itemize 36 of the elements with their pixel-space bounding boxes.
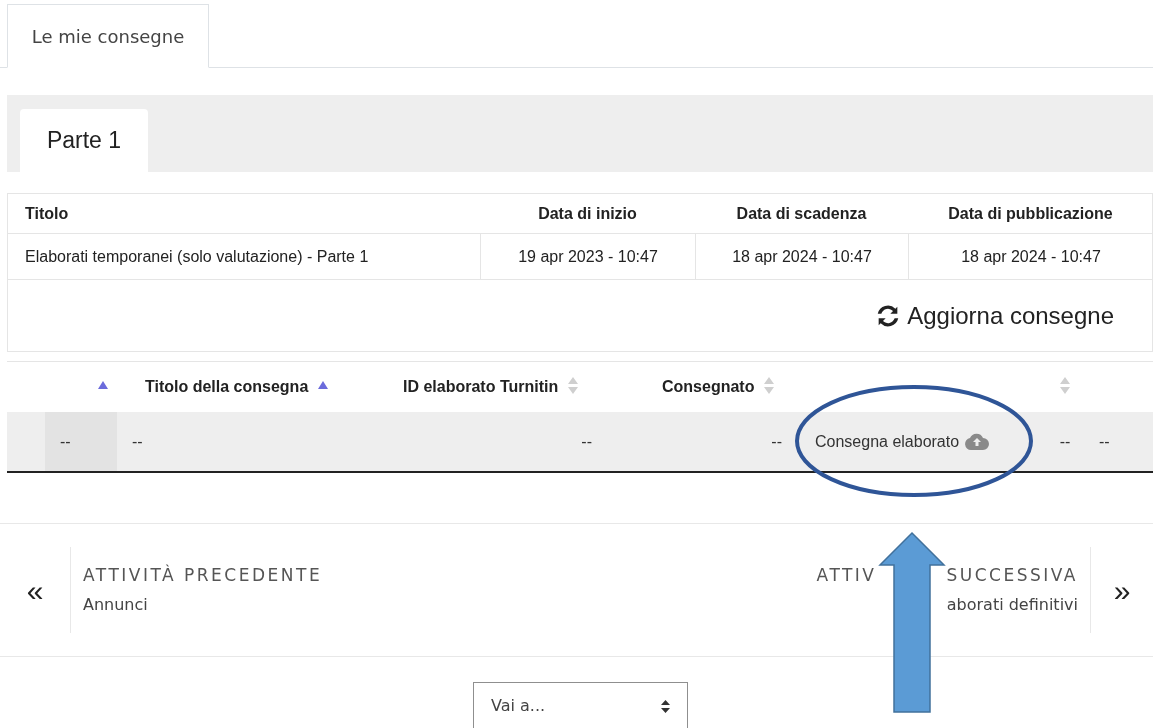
tab[interactable]: Le mie consegne — [7, 4, 209, 68]
refresh-button[interactable]: Aggiorna consegne — [873, 297, 1114, 334]
column-header: Data di pubblicazione — [948, 204, 1113, 222]
sort-icon[interactable] — [568, 376, 579, 394]
column-header[interactable]: Consegnato — [662, 375, 755, 399]
column-header[interactable]: ID elaborato Turnitin — [403, 375, 559, 399]
column-header: Titolo — [25, 204, 69, 222]
next-button[interactable]: » — [1091, 567, 1153, 613]
tab[interactable]: Parte 1 — [20, 109, 148, 172]
table-cell-text: -- — [1059, 431, 1071, 452]
next-activity-link[interactable]: aborati definitivi — [946, 592, 1078, 617]
previous-button[interactable]: « — [0, 567, 70, 613]
sort-icon[interactable] — [1060, 376, 1070, 394]
nav-label: ATTIVITÀ PRECEDENTE — [83, 563, 323, 588]
column-header: Data di scadenza — [736, 204, 867, 222]
table-cell-text: -- — [60, 431, 71, 452]
cloud-upload-icon — [965, 433, 990, 450]
table-cell-text: -- — [1099, 431, 1110, 452]
caret-icon — [661, 699, 670, 713]
sort-icon[interactable] — [764, 376, 775, 394]
nav-label: ATTIV — [816, 564, 877, 588]
column-header: Data di inizio — [538, 204, 637, 222]
sort-ascending-icon[interactable] — [318, 381, 329, 389]
sort-ascending-icon[interactable] — [98, 381, 108, 389]
table-cell-text: 18 apr 2024 - 10:47 — [732, 246, 872, 267]
nav-label: SUCCESSIVA — [946, 564, 1078, 588]
table-cell-text: Elaborati temporanei (solo valutazione) - Parte 1 — [25, 246, 369, 267]
submit-link[interactable]: Consegna elaborato — [815, 429, 990, 454]
table-cell-text: 18 apr 2024 - 10:47 — [961, 246, 1101, 267]
table-cell-text: -- — [132, 431, 143, 452]
column-header[interactable]: Titolo della consegna — [145, 375, 309, 399]
table-cell-text: -- — [771, 431, 782, 452]
jump-select[interactable]: Vai a... — [473, 682, 688, 728]
table-cell-text: 19 apr 2023 - 10:47 — [518, 246, 658, 267]
table-cell-text: -- — [581, 431, 592, 452]
previous-activity-link[interactable]: Annunci — [83, 592, 323, 617]
